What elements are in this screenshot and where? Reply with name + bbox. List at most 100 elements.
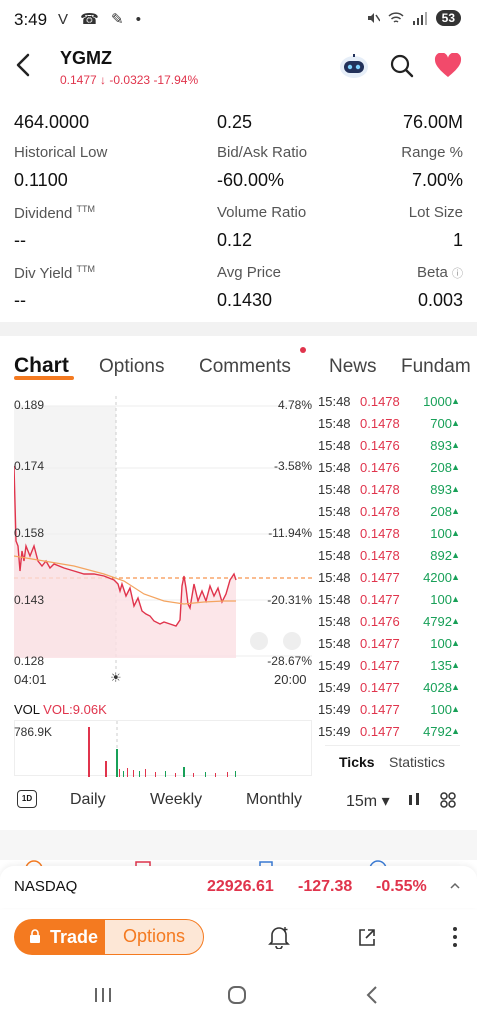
section-divider [0,322,477,336]
tick-time: 15:48 [318,416,351,431]
hidden-toolbar-strip [0,856,477,866]
tick-price: 0.1478 [360,504,400,519]
period-monthly[interactable]: Monthly [246,791,302,809]
stat-label-text: Beta [416,264,448,281]
search-icon[interactable] [389,53,415,79]
index-ticker-bar[interactable]: NASDAQ 22926.61 -127.38 -0.55% [0,866,477,908]
alert-bell-icon[interactable] [268,925,290,949]
stat-label: Bid/Ask Ratio [217,144,308,161]
tick-row: 15:49 0.1477 4028 ▲ [318,680,460,702]
stats-row: Div Yield TTM -- Avg Price 0.1430 Beta ⓘ 0.… [0,264,477,324]
system-nav-bar [0,970,477,1024]
up-tick-icon: ▲ [451,682,460,692]
y-axis-label: 0.189 [14,398,45,412]
volume-bar [227,772,228,777]
chevron-up-icon[interactable] [449,880,461,892]
volume-bar [175,773,176,777]
grid-layout-icon[interactable] [439,791,457,809]
volume-chart [14,720,312,777]
tick-row: 15:49 0.1477 4792 ▲ [318,724,460,746]
up-tick-icon: ▲ [451,396,460,406]
tick-price: 0.1478 [360,482,400,497]
tick-quantity: 4792 [423,724,452,739]
tick-time: 15:48 [318,394,351,409]
status-right: 53 [366,10,461,26]
tab-statistics[interactable]: Statistics [389,754,445,770]
tab-fundamentals[interactable]: Fundam [401,356,471,378]
tab-options[interactable]: Options [99,356,164,378]
volume-bar [193,773,194,777]
tick-time: 15:48 [318,548,351,563]
up-tick-icon: ▲ [451,550,460,560]
period-weekly[interactable]: Weekly [150,791,202,809]
one-day-icon[interactable]: 1D [17,790,37,808]
share-icon[interactable] [356,926,378,948]
intraday-chart[interactable]: 0.189 0.174 0.158 0.143 0.128 4.78% -3.5… [14,396,312,672]
stat-label: Historical Low [14,144,108,161]
candlestick-icon[interactable] [406,792,422,808]
back-arrow-icon[interactable] [10,50,38,80]
volume-bar [105,761,107,777]
mute-icon [367,13,380,23]
tick-price: 0.1477 [360,636,400,651]
back-nav-icon[interactable] [362,984,384,1006]
stock-header: YGMZ 0.1477 ↓ -0.0323 -17.94% [0,40,477,94]
y-axis-label: 0.174 [14,459,45,473]
up-tick-icon: ▲ [451,506,460,516]
interval-dropdown[interactable]: 15m ▾ [346,791,390,811]
tick-row: 15:48 0.1476 4792 ▲ [318,614,460,636]
tick-quantity: 208 [430,504,452,519]
volume-bar [215,773,216,777]
tick-list[interactable]: 15:48 0.1478 1000 ▲ 15:48 0.1478 700 ▲ 15:48 0.14… [318,394,460,746]
y-axis-label: 0.143 [14,593,45,607]
ttm-superscript: TTM [76,204,96,214]
stat-historical-low: Historical Low 0.1100 [14,144,107,191]
up-tick-icon: ▲ [451,616,460,626]
tick-row: 15:49 0.1477 135 ▲ [318,658,460,680]
up-tick-icon: ▲ [451,594,460,604]
recent-apps-icon[interactable] [92,984,114,1006]
volume-bar [205,772,206,777]
stat-avg-price: Avg Price 0.1430 [217,264,281,311]
period-daily[interactable]: Daily [70,791,106,809]
home-icon[interactable] [226,984,248,1006]
volume-bar [139,771,140,777]
battery-icon: 53 [435,10,461,26]
volume-bar [116,749,118,777]
partial-toolbar-icons [25,860,387,866]
stat-value-text: -- [14,290,26,310]
stat-beta[interactable]: Beta ⓘ 0.003 [417,264,463,311]
options-button[interactable]: Options [104,919,204,955]
volume-chart-svg [88,721,236,777]
tick-quantity: 892 [430,548,452,563]
more-options-icon[interactable] [447,924,463,950]
tick-row: 15:48 0.1477 100 ▲ [318,636,460,658]
tick-quantity: 208 [430,460,452,475]
stat-value-text: 0.1100 [14,170,68,190]
volume-bar [145,769,146,777]
tick-quantity: 100 [430,592,452,607]
stat-bid-ask-ratio: Bid/Ask Ratio -60.00% [217,144,307,191]
fullscreen-icon[interactable] [283,632,301,650]
tick-row: 15:48 0.1476 208 ▲ [318,460,460,482]
stat-value-text: 76.00M [402,112,463,132]
index-change: -127.38 [298,878,353,895]
period-selector: 1D Daily Weekly Monthly 15m ▾ [0,786,477,816]
tick-quantity: 893 [430,482,452,497]
tick-row: 15:48 0.1477 100 ▲ [318,592,460,614]
tick-price: 0.1478 [360,526,400,541]
tick-price: 0.1478 [360,416,400,431]
up-tick-icon: ▲ [451,418,460,428]
stats-row: Historical Low 0.1100 Bid/Ask Ratio -60.00… [0,144,477,204]
volume-bar [127,768,128,777]
info-icon[interactable]: ⓘ [452,268,463,280]
tab-comments[interactable]: Comments [199,356,291,378]
robot-assistant-icon[interactable] [338,52,370,80]
stat-value-text: -60.00% [217,170,285,190]
tab-ticks[interactable]: Ticks [339,754,375,770]
tab-news[interactable]: News [329,356,377,378]
tab-chart[interactable]: Chart [14,354,69,378]
zoom-out-icon[interactable] [250,632,268,650]
detail-tabs: Chart Options Comments News Fundam [0,350,477,386]
favorite-heart-icon[interactable] [434,53,462,79]
